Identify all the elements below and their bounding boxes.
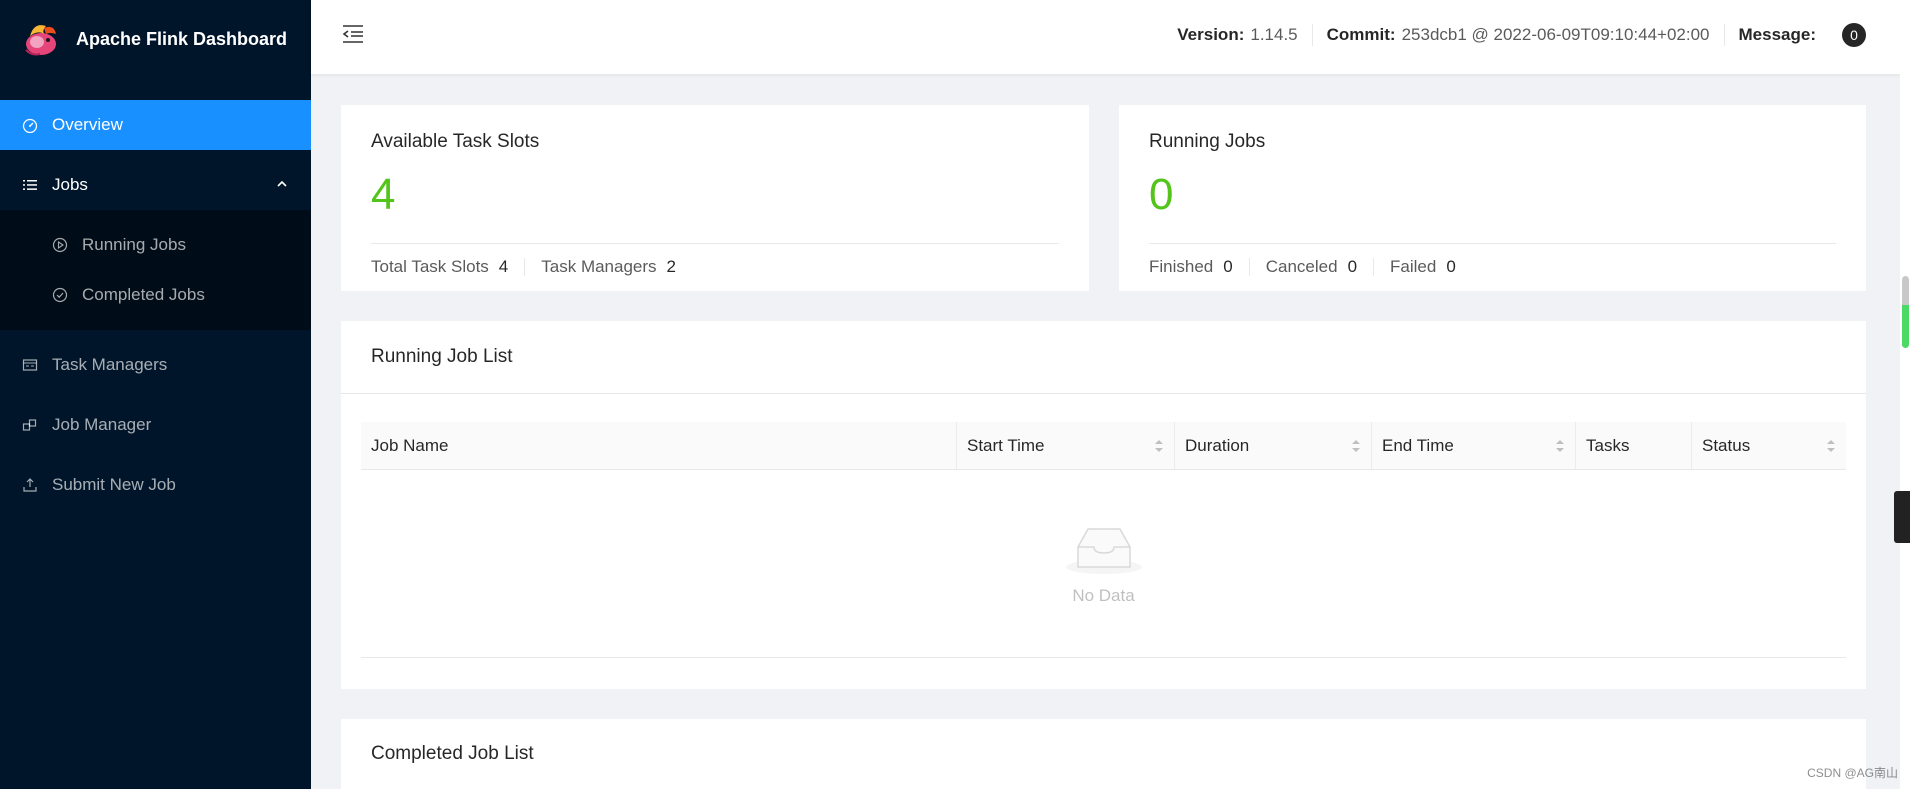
task-managers-value: 2 [666, 257, 677, 276]
sidebar-item-running-jobs[interactable]: Running Jobs [0, 220, 311, 270]
total-task-slots: Total Task Slots 4 [371, 257, 524, 276]
version-value: 1.14.5 [1250, 25, 1298, 44]
column-label: Tasks [1586, 435, 1630, 455]
divider [1149, 243, 1836, 244]
canceled-label: Canceled [1265, 257, 1338, 276]
column-job-name: Job Name [361, 422, 956, 469]
sidebar-item-jobs[interactable]: Jobs [0, 160, 311, 210]
completed-job-list-card: Completed Job List [341, 719, 1866, 789]
sort-icon[interactable] [1555, 438, 1565, 454]
running-jobs-table: Job Name Start Time Duration End Time Ta… [361, 422, 1846, 658]
empty-inbox-icon [1064, 521, 1144, 580]
list-icon [20, 175, 40, 195]
failed-value: 0 [1446, 257, 1456, 276]
failed-count: Failed 0 [1373, 257, 1472, 276]
version-info: Version: 1.14.5 [1163, 24, 1311, 46]
sidebar-item-label: Running Jobs [82, 235, 186, 254]
card-title: Available Task Slots [371, 131, 540, 152]
running-jobs-value: 0 [1149, 170, 1174, 219]
canceled-count: Canceled 0 [1248, 257, 1373, 276]
sidebar-item-task-managers[interactable]: Task Managers [0, 340, 311, 390]
column-label: Job Name [371, 435, 449, 455]
total-task-slots-label: Total Task Slots [371, 257, 489, 276]
dashboard-icon [20, 115, 40, 135]
column-end-time[interactable]: End Time [1371, 422, 1575, 469]
column-start-time[interactable]: Start Time [956, 422, 1174, 469]
sidebar-item-submit-new-job[interactable]: Submit New Job [0, 460, 311, 510]
empty-text: No Data [1072, 586, 1135, 605]
message-info[interactable]: Message: 0 [1723, 23, 1880, 47]
column-label: Duration [1185, 435, 1250, 455]
scroll-thumb[interactable] [1902, 276, 1909, 348]
task-managers-count: Task Managers 2 [524, 257, 692, 276]
divider [371, 243, 1059, 244]
column-tasks: Tasks [1575, 422, 1691, 469]
available-slots-value: 4 [371, 170, 396, 219]
commit-label: Commit: [1326, 25, 1396, 44]
finished-label: Finished [1149, 257, 1214, 276]
version-label: Version: [1177, 25, 1245, 44]
sidebar-item-label: Job Manager [52, 415, 152, 434]
empty-state: No Data [361, 470, 1846, 658]
running-job-list-title: Running Job List [341, 321, 1866, 394]
sort-icon[interactable] [1154, 438, 1164, 454]
column-status[interactable]: Status [1691, 422, 1846, 469]
watermark: CSDN @AG南山 [1807, 766, 1898, 780]
sidebar-item-label: Overview [52, 115, 123, 134]
menu-fold-icon[interactable] [341, 22, 365, 46]
sidebar-item-overview[interactable]: Overview [0, 100, 311, 150]
total-task-slots-value: 4 [498, 257, 509, 276]
sidebar-item-completed-jobs[interactable]: Completed Jobs [0, 270, 311, 320]
upload-icon [20, 475, 40, 495]
jobs-submenu: Running Jobs Completed Jobs [0, 210, 311, 330]
message-count-badge[interactable]: 0 [1842, 23, 1866, 47]
card-footer: Total Task Slots 4 Task Managers 2 [371, 257, 1059, 276]
sidebar-menu: Overview Jobs Running Jobs Completed Job… [0, 100, 311, 510]
column-label: Status [1702, 435, 1751, 455]
header: Version: 1.14.5 Commit: 253dcb1 @ 2022-0… [311, 0, 1900, 74]
sort-icon[interactable] [1351, 438, 1361, 454]
message-label: Message: [1738, 25, 1816, 44]
sidebar-item-job-manager[interactable]: Job Manager [0, 400, 311, 450]
sidebar-item-label: Submit New Job [52, 475, 176, 494]
finished-count: Finished 0 [1149, 257, 1249, 276]
app-title: Apache Flink Dashboard [76, 28, 288, 49]
flink-logo-icon [20, 18, 62, 60]
sort-icon[interactable] [1826, 438, 1836, 454]
sidebar-item-label: Task Managers [52, 355, 168, 374]
schedule-icon [20, 355, 40, 375]
brand[interactable]: Apache Flink Dashboard [0, 0, 311, 78]
card-title: Running Jobs [1149, 131, 1266, 152]
check-circle-icon [50, 285, 70, 305]
completed-job-list-title: Completed Job List [371, 743, 534, 764]
running-job-list-card: Running Job List Job Name Start Time Dur… [341, 321, 1866, 689]
side-widget[interactable] [1894, 491, 1910, 543]
chevron-up-icon [275, 176, 289, 196]
sidebar: Apache Flink Dashboard Overview Jobs Run… [0, 0, 311, 789]
column-label: Start Time [967, 435, 1045, 455]
header-info: Version: 1.14.5 Commit: 253dcb1 @ 2022-0… [1163, 23, 1880, 47]
table-header: Job Name Start Time Duration End Time Ta… [361, 422, 1846, 470]
available-task-slots-card: Available Task Slots 4 Total Task Slots … [341, 105, 1089, 291]
block-icon [20, 415, 40, 435]
play-circle-icon [50, 235, 70, 255]
page-scrollbar[interactable] [1900, 0, 1910, 789]
column-label: End Time [1382, 435, 1454, 455]
commit-value: 253dcb1 @ 2022-06-09T09:10:44+02:00 [1401, 25, 1710, 44]
card-footer: Finished 0 Canceled 0 Failed 0 [1149, 257, 1836, 276]
column-duration[interactable]: Duration [1174, 422, 1371, 469]
running-jobs-card: Running Jobs 0 Finished 0 Canceled 0 Fai… [1119, 105, 1866, 291]
task-managers-label: Task Managers [541, 257, 657, 276]
sidebar-item-label: Completed Jobs [82, 285, 205, 304]
failed-label: Failed [1390, 257, 1437, 276]
finished-value: 0 [1223, 257, 1233, 276]
canceled-value: 0 [1347, 257, 1358, 276]
commit-info: Commit: 253dcb1 @ 2022-06-09T09:10:44+02… [1311, 24, 1724, 46]
sidebar-item-label: Jobs [52, 175, 88, 194]
